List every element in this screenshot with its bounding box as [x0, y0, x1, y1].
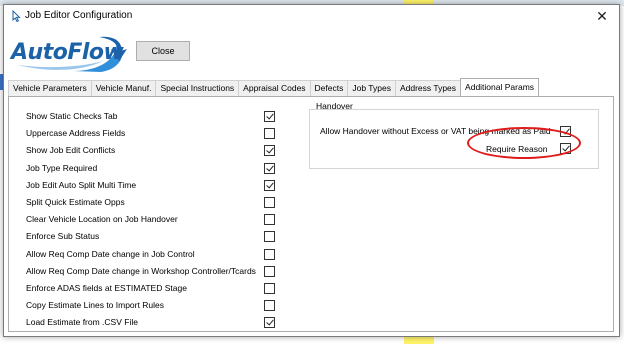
cursor-arrow-icon	[12, 10, 21, 22]
option-label: Allow Req Comp Date change in Workshop C…	[26, 265, 256, 276]
option-checkbox[interactable]	[264, 248, 275, 260]
option-row: Uppercase Address Fields	[26, 127, 286, 141]
option-checkbox[interactable]	[264, 265, 275, 277]
option-checkbox[interactable]	[264, 145, 275, 157]
option-row: Clear Vehicle Location on Job Handover	[26, 213, 286, 227]
option-row: Load Estimate from .CSV File	[26, 316, 286, 330]
option-label: Copy Estimate Lines to Import Rules	[26, 300, 164, 311]
option-label: Job Edit Auto Split Multi Time	[26, 179, 137, 190]
option-checkbox[interactable]	[264, 197, 275, 208]
option-checkbox[interactable]	[264, 300, 275, 312]
job-editor-configuration-dialog: Job Editor Configuration ✕ AutoFlow Clos…	[3, 4, 620, 337]
option-checkbox[interactable]	[264, 179, 275, 191]
option-row: Allow Req Comp Date change in Workshop C…	[26, 265, 286, 279]
autoflow-logo: AutoFlow	[11, 31, 131, 73]
option-row: Copy Estimate Lines to Import Rules	[26, 299, 286, 313]
option-row: Job Edit Auto Split Multi Time	[26, 179, 286, 193]
option-row: Enforce Sub Status	[26, 230, 286, 244]
option-label: Show Static Checks Tab	[26, 111, 118, 121]
tab-special-instructions[interactable]: Special Instructions	[155, 80, 240, 97]
title-bar: Job Editor Configuration ✕	[4, 5, 619, 27]
tab-defects[interactable]: Defects	[309, 80, 349, 97]
option-row: Allow Req Comp Date change in Job Contro…	[26, 248, 286, 262]
option-checkbox[interactable]	[264, 214, 275, 226]
option-checkbox[interactable]	[264, 283, 275, 294]
tab-vehicle-parameters[interactable]: Vehicle Parameters	[8, 80, 92, 97]
option-label: Load Estimate from .CSV File	[26, 317, 138, 328]
tab-additional-params[interactable]: Additional Params	[460, 78, 540, 97]
option-label: Split Quick Estimate Opps	[26, 197, 125, 207]
option-row: Job Type Required	[26, 162, 286, 176]
tab-appraisal-codes[interactable]: Appraisal Codes	[238, 80, 311, 97]
close-window-icon[interactable]: ✕	[593, 7, 611, 25]
tab-strip: Vehicle Parameters Vehicle Manuf. Special …	[8, 78, 540, 97]
background-highlight-cell	[404, 337, 434, 344]
option-label: Show Job Edit Conflicts	[26, 145, 116, 156]
option-row: Show Static Checks Tab	[26, 110, 286, 124]
option-label: Enforce ADAS fields at ESTIMATED Stage	[26, 283, 187, 293]
tab-address-types[interactable]: Address Types	[394, 80, 462, 97]
option-checkbox[interactable]	[264, 231, 275, 243]
option-checkbox[interactable]	[264, 317, 275, 329]
option-row: Enforce ADAS fields at ESTIMATED Stage	[26, 282, 286, 296]
window-title: Job Editor Configuration	[25, 10, 133, 21]
option-label: Uppercase Address Fields	[26, 128, 126, 139]
option-row: Show Job Edit Conflicts	[26, 144, 286, 158]
option-row: Split Quick Estimate Opps	[26, 196, 286, 210]
option-checkbox[interactable]	[264, 111, 275, 122]
tab-vehicle-manuf[interactable]: Vehicle Manuf.	[90, 80, 157, 97]
option-label: Enforce Sub Status	[26, 231, 100, 242]
option-label: Allow Req Comp Date change in Job Contro…	[26, 248, 195, 259]
highlight-ring	[467, 127, 581, 159]
close-button[interactable]: Close	[136, 41, 190, 61]
option-checkbox[interactable]	[264, 128, 275, 140]
option-label: Job Type Required	[26, 162, 98, 173]
option-checkbox[interactable]	[264, 162, 275, 174]
option-label: Clear Vehicle Location on Job Handover	[26, 214, 178, 225]
logo-wordmark: AutoFlow	[11, 40, 124, 65]
tab-job-types[interactable]: Job Types	[347, 80, 396, 97]
